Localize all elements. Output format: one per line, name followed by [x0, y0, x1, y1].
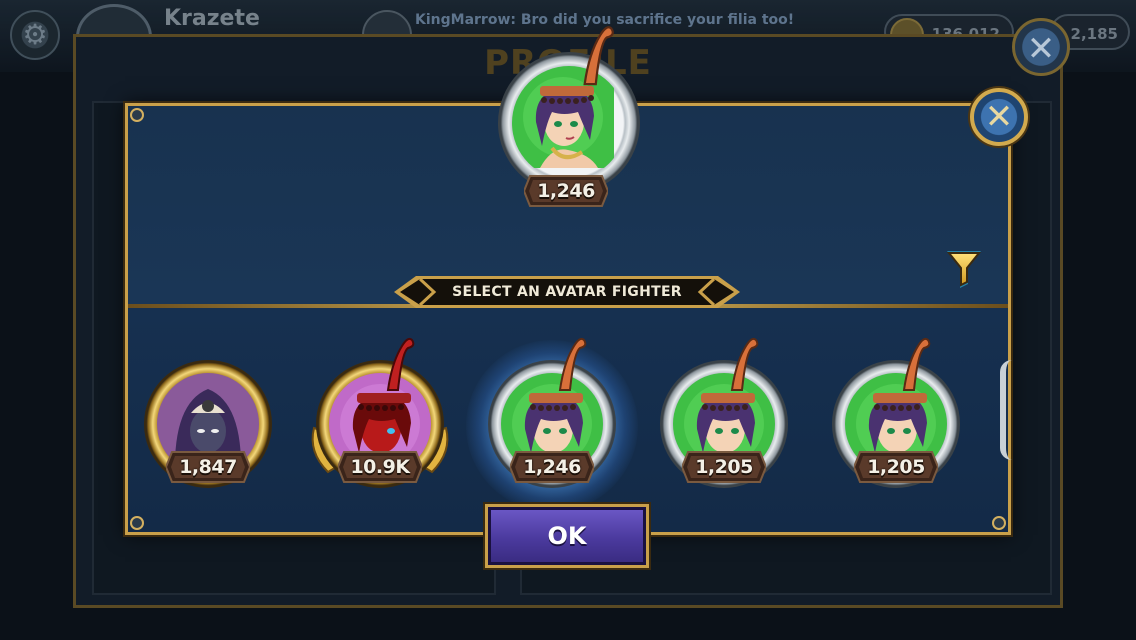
player-name: Krazete	[164, 6, 260, 31]
ok-button[interactable]: OK	[488, 507, 646, 565]
avatar-option[interactable]: 1,847	[140, 332, 280, 488]
avatar-score: 10.9K	[350, 456, 410, 478]
gear-icon[interactable]: ⚙	[10, 10, 60, 60]
headdress-plume	[583, 26, 614, 86]
avatar-score: 1,847	[179, 456, 237, 478]
close-icon: ✕	[1026, 29, 1056, 69]
avatar-option-selected[interactable]: 1,246	[466, 332, 638, 512]
avatar-score: 1,246	[523, 456, 581, 478]
avatar-score: 1,205	[867, 456, 925, 478]
avatar-option[interactable]: 1,205	[828, 332, 968, 488]
banner-label: SELECT AN AVATAR FIGHTER	[452, 284, 682, 300]
filter-button[interactable]	[944, 246, 984, 290]
avatar-score: 1,205	[695, 456, 753, 478]
headdress-plume	[558, 337, 587, 391]
avatar-option[interactable]: 10.9K	[311, 332, 452, 488]
headdress-plume	[902, 337, 931, 391]
avatar-option[interactable]: 1,205	[656, 332, 796, 488]
select-avatar-banner: SELECT AN AVATAR FIGHTER	[394, 276, 740, 308]
headdress-plume	[386, 337, 415, 391]
filter-icon	[946, 251, 982, 288]
avatar-option-partial[interactable]	[1000, 360, 1012, 460]
selected-avatar-score: 1,246	[537, 180, 595, 202]
corner-ornament	[992, 516, 1006, 530]
dialog-close-button[interactable]: ✕	[970, 88, 1028, 146]
corner-ornament	[130, 516, 144, 530]
selected-avatar-token: 1,246	[494, 26, 642, 207]
close-icon: ✕	[984, 97, 1014, 137]
headdress-plume	[730, 337, 759, 391]
profile-close-button[interactable]: ✕	[1012, 18, 1070, 76]
selected-avatar: 1,246	[494, 26, 642, 238]
corner-ornament	[130, 108, 144, 122]
